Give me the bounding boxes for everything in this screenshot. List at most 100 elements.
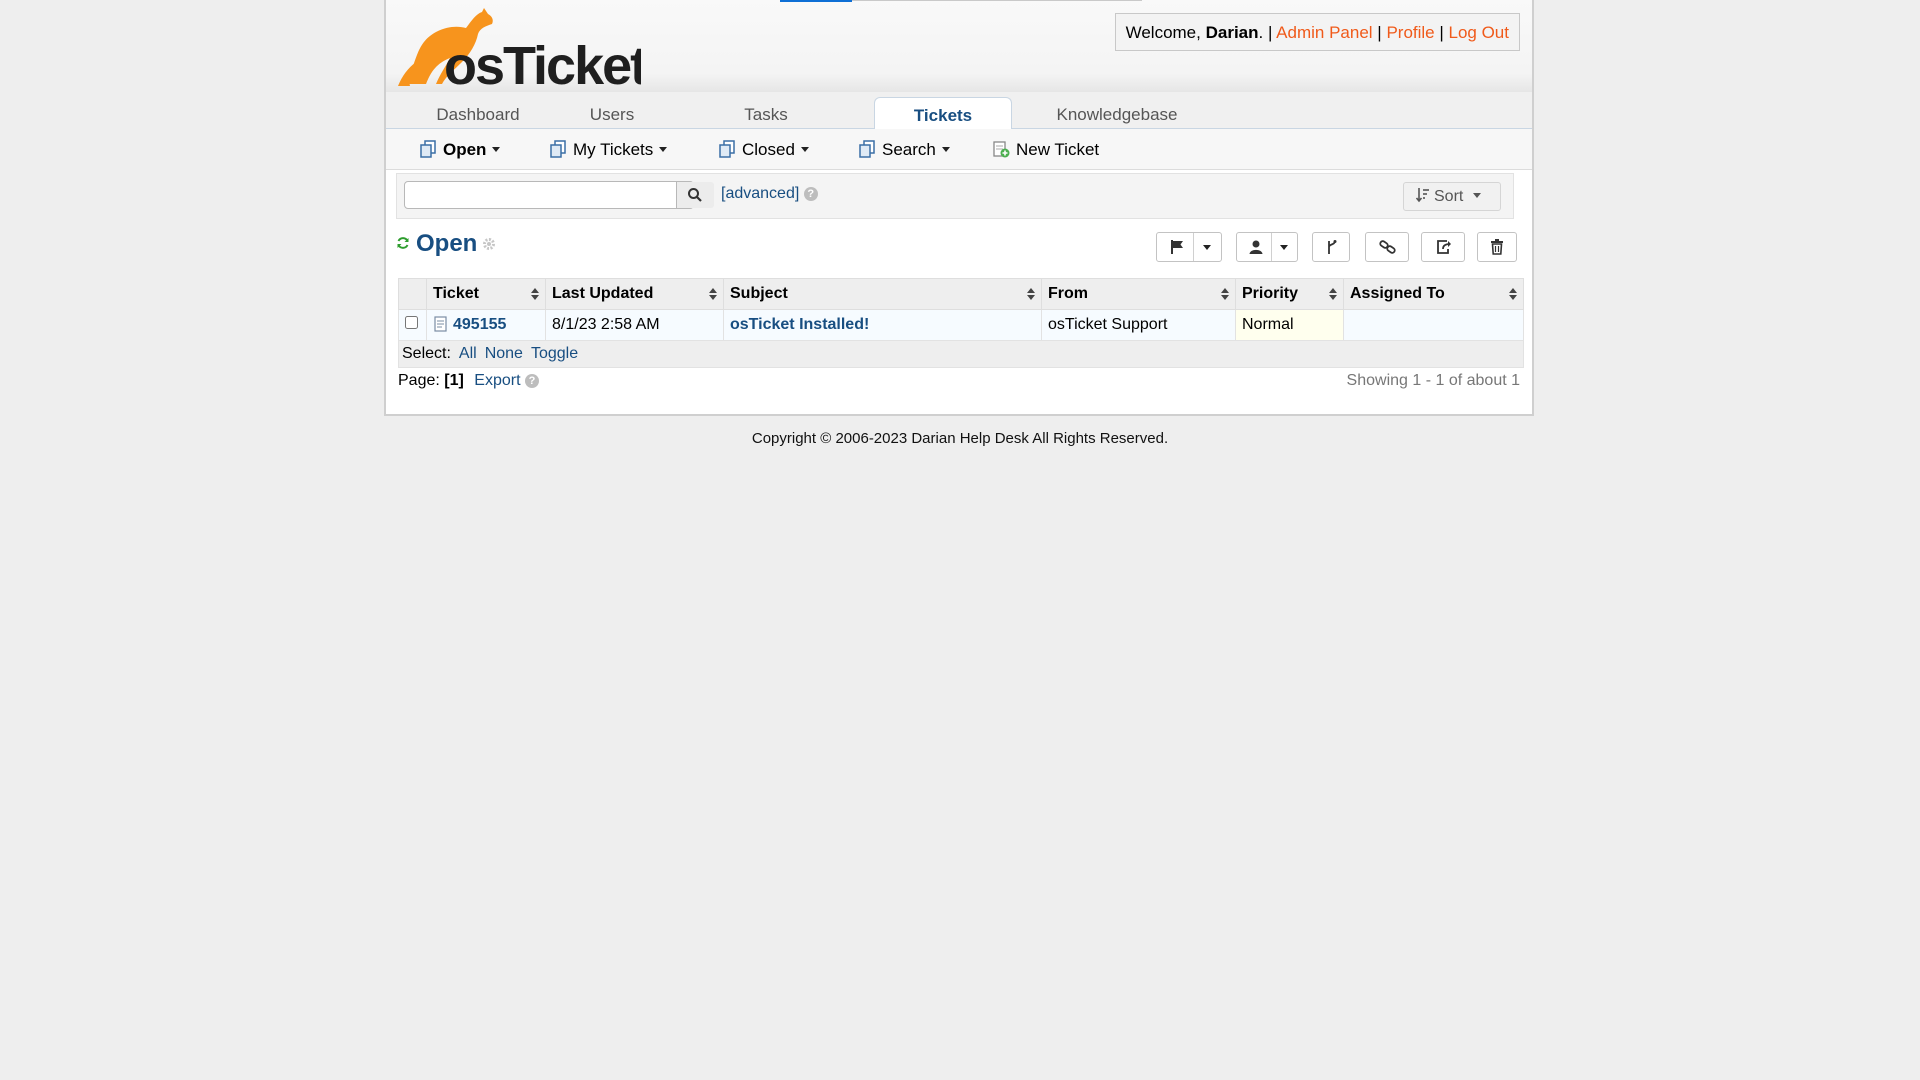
queue-icon — [859, 140, 875, 158]
queue-title: Open — [396, 230, 496, 258]
subject-link[interactable]: osTicket Installed! — [730, 316, 869, 333]
merge-button[interactable] — [1312, 232, 1350, 262]
advanced-search-link[interactable]: [advanced] — [721, 185, 799, 202]
main-nav: Dashboard Users Tasks Tickets Knowledgeb… — [386, 92, 1532, 130]
welcome-text: Welcome, — [1125, 23, 1206, 42]
tab-tickets[interactable]: Tickets — [874, 97, 1012, 130]
tickets-table: Ticket Last Updated Subject From Priorit… — [398, 278, 1524, 368]
subnav-new-ticket[interactable]: New Ticket — [992, 129, 1099, 170]
caret-down-icon — [800, 147, 809, 152]
logout-link[interactable]: Log Out — [1449, 23, 1510, 42]
sort-arrows-icon — [1221, 288, 1229, 300]
row-checkbox-cell — [398, 309, 427, 341]
user-info-bar: Welcome, Darian. | Admin Panel | Profile… — [1114, 13, 1520, 51]
subnav-open-label: Open — [443, 140, 487, 159]
assign-dropdown-button[interactable] — [1236, 232, 1298, 262]
logo[interactable]: osTicket — [396, 4, 650, 96]
subnav-closed[interactable]: Closed — [718, 129, 809, 170]
sort-arrows-icon — [1509, 288, 1517, 300]
search-button[interactable] — [676, 182, 714, 208]
user-name: Darian — [1205, 23, 1259, 42]
select-row: Select: All None Toggle — [398, 340, 1524, 368]
search-icon — [688, 188, 702, 202]
separator: | — [1372, 23, 1387, 42]
column-header-label: From — [1048, 285, 1088, 302]
queue-title-label[interactable]: Open — [416, 230, 477, 257]
column-header-label: Ticket — [433, 285, 479, 302]
sort-arrows-icon — [1329, 288, 1337, 300]
queue-icon — [550, 140, 566, 158]
tab-tasks[interactable]: Tasks — [720, 97, 812, 129]
current-page: [1] — [444, 372, 464, 389]
subnav-my-tickets-label: My Tickets — [573, 140, 654, 159]
last-updated-cell: 8/1/23 2:58 AM — [545, 309, 724, 341]
tab-users[interactable]: Users — [566, 97, 658, 129]
assigned-to-cell — [1343, 309, 1524, 341]
help-icon[interactable]: ? — [524, 374, 539, 388]
kangaroo-logo-icon: osTicket — [398, 8, 650, 96]
result-count: Showing 1 - 1 of about 1 — [1346, 372, 1520, 389]
select-toggle-link[interactable]: Toggle — [531, 345, 578, 362]
column-header-from[interactable]: From — [1041, 278, 1236, 310]
table-row[interactable]: 495155 8/1/23 2:58 AM osTicket Installed… — [398, 309, 1524, 341]
column-header-label: Subject — [730, 285, 788, 302]
refresh-icon[interactable] — [396, 236, 410, 250]
share-icon — [1437, 240, 1451, 254]
column-header-subject[interactable]: Subject — [723, 278, 1042, 310]
column-header-ticket[interactable]: Ticket — [426, 278, 546, 310]
caret-down-icon — [659, 147, 668, 152]
select-cell: Select: All None Toggle — [398, 340, 1524, 368]
tab-knowledgebase[interactable]: Knowledgebase — [1034, 97, 1200, 129]
footer-copyright: Copyright © 2006-2023 Darian Help Desk A… — [751, 430, 1169, 447]
tab-dashboard[interactable]: Dashboard — [416, 97, 540, 129]
search-input[interactable] — [404, 181, 714, 209]
user-icon — [1249, 240, 1263, 254]
select-label: Select: — [402, 345, 451, 362]
svg-text:osTicket: osTicket — [444, 36, 641, 88]
delete-button[interactable] — [1477, 232, 1517, 262]
subnav-search-label: Search — [882, 140, 936, 159]
caret-down-icon — [1203, 245, 1211, 250]
select-all-link[interactable]: All — [459, 345, 477, 362]
column-header-label: Priority — [1242, 285, 1299, 302]
ticket-number-link[interactable]: 495155 — [453, 316, 506, 333]
help-icon[interactable]: ? — [803, 187, 818, 201]
table-header-row: Ticket Last Updated Subject From Priorit… — [398, 278, 1524, 310]
loading-track — [852, 0, 1142, 1]
profile-link[interactable]: Profile — [1386, 23, 1434, 42]
select-none-link[interactable]: None — [485, 345, 523, 362]
sort-label: Sort — [1434, 188, 1464, 205]
sort-icon — [1415, 188, 1429, 203]
caret-down-icon — [941, 147, 950, 152]
share-button[interactable] — [1421, 232, 1465, 262]
row-checkbox[interactable] — [405, 316, 418, 329]
gear-icon[interactable] — [482, 237, 496, 251]
subnav-search[interactable]: Search — [858, 129, 950, 170]
ticket-icon — [434, 316, 447, 332]
queue-icon — [719, 140, 735, 158]
merge-icon — [1328, 240, 1337, 254]
column-header-last-updated[interactable]: Last Updated — [545, 278, 724, 310]
caret-down-icon — [492, 147, 501, 152]
column-header-priority[interactable]: Priority — [1235, 278, 1344, 310]
subnav-my-tickets[interactable]: My Tickets — [549, 129, 668, 170]
flag-dropdown-button[interactable] — [1156, 232, 1222, 262]
sort-arrows-icon — [1027, 288, 1035, 300]
subnav-open[interactable]: Open — [419, 129, 501, 170]
link-button[interactable] — [1365, 232, 1409, 262]
from-cell: osTicket Support — [1041, 309, 1236, 341]
header-checkbox-col — [398, 278, 427, 310]
column-header-assigned-to[interactable]: Assigned To — [1343, 278, 1524, 310]
basic-search-bar: [advanced] ? Sort — [396, 173, 1514, 219]
caret-down-icon — [1473, 193, 1482, 198]
queue-icon — [420, 140, 436, 158]
sort-button[interactable]: Sort — [1403, 182, 1501, 211]
sort-arrows-icon — [709, 288, 717, 300]
export-link[interactable]: Export — [474, 372, 520, 389]
main-container: osTicket Welcome, Darian. | Admin Panel … — [384, 0, 1534, 416]
subnav-closed-label: Closed — [742, 140, 795, 159]
pager: Page: [1] Export ? — [398, 372, 539, 390]
admin-panel-link[interactable]: Admin Panel — [1276, 23, 1372, 42]
caret-down-icon — [1280, 245, 1288, 250]
subnav-new-ticket-label: New Ticket — [1016, 140, 1100, 159]
